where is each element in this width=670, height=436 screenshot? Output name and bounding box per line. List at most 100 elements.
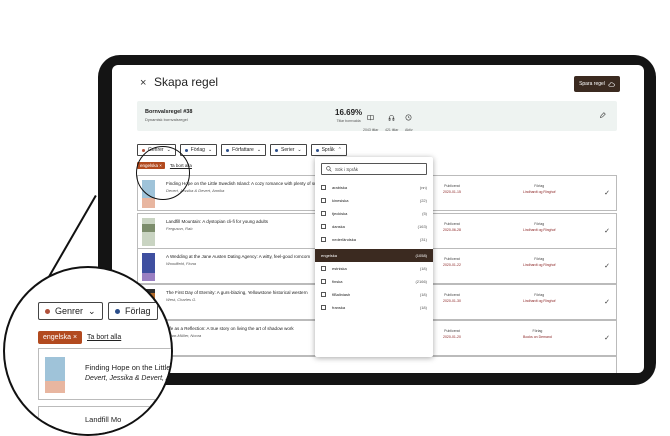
published-value: 2020-01-20 (443, 335, 461, 339)
row-publisher: Förlag Lindhardt og Ringhof (523, 257, 556, 267)
save-button-label: Spara regel (579, 81, 605, 87)
option-count: (2166) (415, 279, 427, 284)
stat-books: 2043 titlar (363, 108, 378, 132)
option-count: (5) (422, 211, 427, 216)
clock-icon (405, 114, 412, 121)
publisher-value: Lindhardt og Ringhof (523, 190, 556, 194)
language-option[interactable]: arabiska (nn) (315, 181, 433, 194)
language-search-input[interactable]: Sök i Språk (321, 163, 427, 175)
dot-icon (184, 148, 188, 152)
zoom-row-title: Finding Hope on the Little Swedi (85, 363, 171, 372)
book-cover (142, 253, 155, 281)
dot-icon (275, 148, 279, 152)
dot-icon (115, 308, 120, 314)
checkbox[interactable] (321, 266, 326, 271)
language-option[interactable]: kinesiska (22) (315, 194, 433, 207)
close-icon[interactable]: × (140, 77, 146, 89)
option-count: (18) (419, 266, 427, 271)
table-row[interactable] (137, 356, 617, 373)
zoom-table-row[interactable]: Landfill Mo (38, 406, 171, 434)
check-icon[interactable]: ✓ (604, 227, 610, 235)
filter-label: Språk (321, 147, 335, 153)
row-published: Publicerat 2020-01-15 (443, 184, 461, 194)
row-published: Publicerat 2020-01-20 (443, 329, 461, 339)
stat-status: Aktiv (405, 108, 413, 132)
language-option-selected[interactable]: engelska (1058) (315, 249, 433, 262)
books-label: 2043 titlar (363, 128, 379, 132)
checkbox[interactable] (321, 279, 326, 284)
checkbox[interactable] (321, 305, 326, 310)
language-option[interactable]: estniska (18) (315, 262, 433, 275)
book-icon (367, 115, 374, 121)
row-published: Publicerat 2020-06-28 (443, 222, 461, 232)
filter-series[interactable]: Serier ⌄ (270, 144, 307, 156)
publisher-value: Lindhardt og Ringhof (523, 299, 556, 303)
row-publisher: Förlag Lindhardt og Ringhof (523, 222, 556, 232)
row-title: Landfill Mountain: A dystopian cli-fi fo… (166, 219, 269, 224)
save-rule-button[interactable]: Spara regel (574, 76, 620, 92)
rule-summary: Bornvalsregel #38 Dynamisk bornvalsregel… (137, 101, 617, 132)
percent-label: Titlar bornvalda (336, 119, 361, 123)
option-count: (22) (419, 198, 427, 203)
rule-subtitle: Dynamisk bornvalsregel (145, 117, 188, 122)
checkbox[interactable] (321, 185, 326, 190)
option-label: tjeckiska (332, 211, 348, 216)
close-icon[interactable]: × (73, 334, 77, 341)
chevron-down-icon: ⌄ (256, 147, 262, 153)
option-label: estniska (332, 266, 347, 271)
chevron-up-icon: ⌃ (337, 147, 342, 153)
option-label: nederländska (332, 237, 357, 242)
checkbox[interactable] (321, 224, 326, 229)
zoom-filter-publisher[interactable]: Förlag (108, 302, 158, 320)
row-author: Woodfield, Fiona (166, 261, 197, 266)
audio-label: 421 titlar (385, 128, 399, 132)
published-value: 2020-01-30 (443, 299, 461, 303)
status-label: Aktiv (405, 128, 413, 132)
zoom-filter-genres[interactable]: Genrer ⌄ (38, 302, 103, 320)
language-option[interactable]: danska (163) (315, 220, 433, 233)
publisher-label: Förlag (534, 222, 545, 226)
checkbox[interactable] (321, 198, 326, 203)
zoom-filter-chip[interactable]: engelska × (38, 331, 83, 344)
publisher-value: Lindhardt og Ringhof (523, 228, 556, 232)
check-icon[interactable]: ✓ (604, 189, 610, 197)
checkbox[interactable] (321, 237, 326, 242)
zoom-clear-all-link[interactable]: Ta bort alla (87, 334, 121, 341)
option-label: arabiska (332, 185, 348, 190)
check-icon[interactable]: ✓ (604, 334, 610, 342)
filter-language[interactable]: Språk ⌃ (310, 144, 347, 156)
pencil-icon[interactable] (599, 112, 606, 119)
chevron-down-icon: ⌄ (88, 305, 96, 316)
option-count: (31) (419, 237, 427, 242)
option-count: (18) (419, 305, 427, 310)
filter-label: Förlag (190, 147, 205, 153)
language-option[interactable]: flBaliniash (18) (315, 288, 433, 301)
headphones-icon (388, 115, 395, 121)
rule-name: Bornvalsregel #38 (145, 109, 193, 115)
language-option[interactable]: franska (18) (315, 301, 433, 314)
checkbox[interactable] (321, 211, 326, 216)
filter-label: Författare (232, 147, 254, 153)
published-label: Publicerat (444, 222, 460, 226)
language-option[interactable]: finska (2166) (315, 275, 433, 288)
zoom-row-author: Devert, Jessika & Devert, A (85, 375, 171, 382)
language-option[interactable]: tjeckiska (5) (315, 207, 433, 220)
filter-author[interactable]: Författare ⌄ (221, 144, 267, 156)
cloud-icon (608, 81, 615, 87)
language-option[interactable]: nederländska (31) (315, 233, 433, 246)
check-icon[interactable]: ✓ (604, 262, 610, 270)
publisher-label: Förlag (534, 293, 545, 297)
zoom-table-row[interactable]: Finding Hope on the Little Swedi Devert,… (38, 348, 171, 400)
option-label: kinesiska (332, 198, 349, 203)
checkbox[interactable] (321, 292, 326, 297)
filter-publisher[interactable]: Förlag ⌄ (179, 144, 218, 156)
check-icon[interactable]: ✓ (604, 298, 610, 306)
zoom-chip-label: engelska (43, 334, 72, 341)
published-label: Publicerat (444, 257, 460, 261)
zoom-row-title: Landfill Mo (85, 415, 122, 424)
row-publisher: Förlag Books on Demand (523, 329, 552, 339)
row-author: Ferguson, Rab (166, 226, 193, 231)
row-published: Publicerat 2020-01-30 (443, 293, 461, 303)
publisher-value: Lindhardt og Ringhof (523, 263, 556, 267)
published-label: Publicerat (444, 329, 460, 333)
